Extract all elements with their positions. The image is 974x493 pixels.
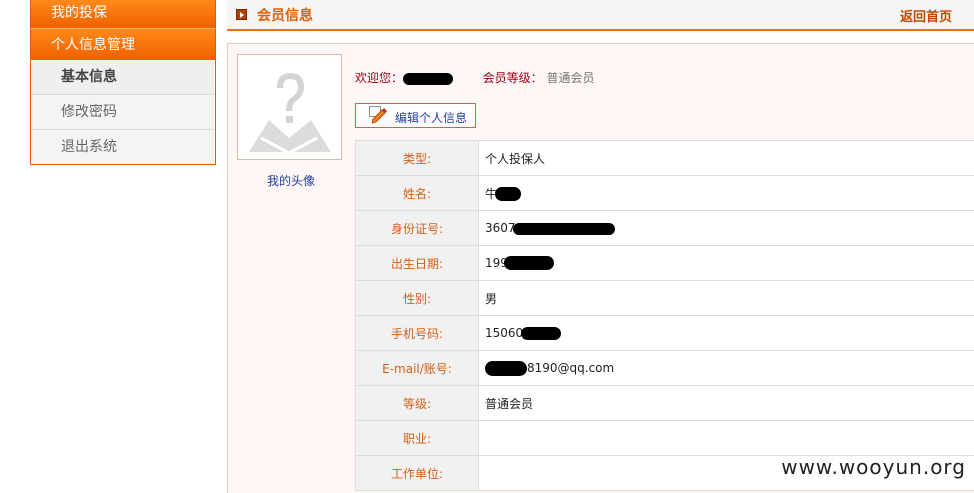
sidebar-menu: 基本信息 修改密码 退出系统 [30, 60, 216, 165]
pencil-edit-icon [369, 106, 387, 124]
member-level-value: 普通会员 [546, 71, 595, 85]
row-value-cell: 8190@qq.com [478, 350, 974, 386]
member-info-content: 我的头像 欢迎您： 会员等级： 普通会员 编辑个人信息 类型: 个人投保人 姓名 [227, 43, 974, 493]
row-label: 工作单位: [355, 455, 479, 491]
table-row: 身份证号: 3607 [355, 210, 974, 246]
sidebar-section-personal-info[interactable]: 个人信息管理 [30, 28, 216, 60]
placeholder-avatar-icon [241, 58, 338, 156]
redaction-mark [520, 327, 561, 340]
edit-profile-label: 编辑个人信息 [395, 111, 468, 125]
row-label: 手机号码: [355, 315, 479, 351]
welcome-line: 欢迎您： 会员等级： 普通会员 [355, 69, 595, 86]
table-row: 职业: [355, 420, 974, 456]
row-value [478, 420, 974, 456]
edit-profile-button[interactable]: 编辑个人信息 [355, 103, 476, 128]
row-value-cell: 199 [478, 245, 974, 281]
table-row: 等级: 普通会员 [355, 385, 974, 421]
member-level-label: 会员等级： [482, 71, 543, 85]
row-value-cell: 3607 [478, 210, 974, 246]
redaction-mark [503, 256, 554, 271]
sidebar: 我的投保 个人信息管理 基本信息 修改密码 退出系统 [30, 0, 216, 165]
sidebar-item-basic-info[interactable]: 基本信息 [32, 60, 214, 95]
row-value-cell: 牛 [478, 175, 974, 211]
redaction-mark [495, 187, 522, 201]
avatar-label: 我的头像 [267, 174, 316, 188]
arrow-box-icon [236, 9, 247, 20]
page-title: 会员信息 [257, 8, 313, 24]
row-label: 出生日期: [355, 245, 479, 281]
sidebar-item-logout[interactable]: 退出系统 [32, 130, 214, 164]
row-label: 身份证号: [355, 210, 479, 246]
table-row: 手机号码: 150607 [355, 315, 974, 351]
welcome-label: 欢迎您： [355, 71, 404, 85]
row-label: E-mail/账号: [355, 350, 479, 386]
table-row: 出生日期: 199 [355, 245, 974, 281]
watermark: www.wooyun.org [781, 455, 966, 479]
table-row: 性别: 男 [355, 280, 974, 316]
redaction-mark [512, 222, 615, 235]
row-value: 8190@qq.com [527, 360, 615, 375]
sidebar-item-change-password[interactable]: 修改密码 [32, 95, 214, 130]
row-label: 职业: [355, 420, 479, 456]
member-info-table: 类型: 个人投保人 姓名: 牛 身份证号: 3607 出生日期: 199 性别:… [355, 140, 974, 491]
main-panel: 会员信息 返回首页 我的头像 欢迎您： 会员等级： 普通会员 编辑个人信息 类型… [227, 0, 974, 493]
back-home-link[interactable]: 返回首页 [900, 6, 952, 25]
row-label: 性别: [355, 280, 479, 316]
row-value: 男 [478, 280, 974, 316]
row-value: 个人投保人 [478, 140, 974, 176]
row-label: 姓名: [355, 175, 479, 211]
table-row: 类型: 个人投保人 [355, 140, 974, 176]
row-label: 类型: [355, 140, 479, 176]
sidebar-section-my-insurance[interactable]: 我的投保 [30, 0, 216, 28]
row-value: 3607 [485, 221, 516, 235]
table-row: E-mail/账号: 8190@qq.com [355, 350, 974, 386]
redaction-mark [485, 360, 527, 376]
row-label: 等级: [355, 385, 479, 421]
redaction-mark [403, 72, 454, 85]
panel-header: 会员信息 返回首页 [227, 0, 974, 31]
avatar[interactable] [237, 54, 342, 160]
table-row: 姓名: 牛 [355, 175, 974, 211]
row-value: 普通会员 [478, 385, 974, 421]
row-value-cell: 150607 [478, 315, 974, 351]
